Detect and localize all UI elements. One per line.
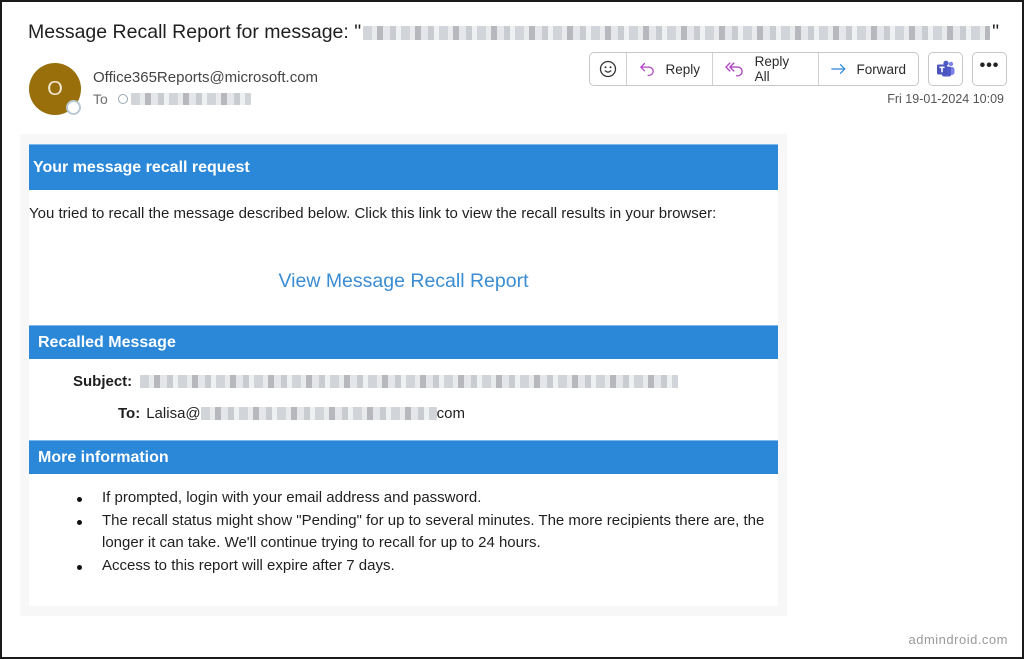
- message-actions-toolbar: Reply Reply All Forward: [589, 52, 919, 86]
- watermark: admindroid.com: [908, 632, 1008, 647]
- more-icon: •••: [979, 57, 1000, 74]
- view-recall-report-link[interactable]: View Message Recall Report: [29, 270, 778, 293]
- reply-all-button[interactable]: Reply All: [712, 53, 818, 85]
- smiley-icon: [599, 60, 617, 78]
- section-header-more-info: More information: [29, 440, 778, 474]
- recalled-subject-row: Subject:: [73, 373, 679, 390]
- redacted-recipient[interactable]: [130, 93, 251, 105]
- message-body: Your message recall request You tried to…: [20, 134, 787, 616]
- list-item: Access to this report will expire after …: [75, 555, 775, 578]
- to-label: To: [93, 91, 108, 107]
- reply-label: Reply: [665, 61, 700, 77]
- presence-status-icon: [66, 100, 81, 115]
- list-item: The recall status might show "Pending" f…: [75, 510, 775, 555]
- subject-prefix: Message Recall Report for message: ": [28, 21, 362, 43]
- more-info-list: If prompted, login with your email addre…: [75, 487, 775, 577]
- reply-button[interactable]: Reply: [626, 53, 712, 85]
- to-field-label: To:: [118, 405, 141, 422]
- react-button[interactable]: [590, 53, 626, 85]
- recalled-to-row: To: Lalisa@ com: [118, 405, 465, 422]
- redacted-subject: [363, 25, 991, 40]
- subject-suffix: ": [992, 21, 1000, 43]
- reply-icon: [640, 62, 654, 77]
- recall-intro-text: You tried to recall the message describe…: [29, 205, 717, 222]
- recipients-line: To: [93, 91, 251, 107]
- redacted-recipient-domain: [200, 407, 437, 420]
- recall-report-content: Your message recall request You tried to…: [29, 144, 778, 606]
- email-subject: Message Recall Report for message: " ": [28, 21, 999, 44]
- reply-all-icon: [725, 62, 743, 77]
- to-address-prefix: Lalisa@: [146, 405, 201, 422]
- forward-label: Forward: [856, 61, 906, 77]
- forward-arrow-icon: [831, 64, 846, 74]
- sender-address[interactable]: Office365Reports@microsoft.com: [93, 69, 318, 86]
- redacted-recalled-subject: [140, 375, 679, 388]
- email-reading-pane: Message Recall Report for message: " " O…: [0, 0, 1024, 659]
- list-item: If prompted, login with your email addre…: [75, 487, 775, 510]
- received-timestamp: Fri 19-01-2024 10:09: [887, 92, 1004, 106]
- to-address-suffix: com: [436, 405, 465, 422]
- section-header-recalled-message: Recalled Message: [29, 325, 778, 359]
- section-header-recall-request: Your message recall request: [29, 144, 778, 190]
- teams-icon: [936, 60, 954, 77]
- subject-label: Subject:: [73, 373, 133, 390]
- reply-all-label: Reply All: [754, 54, 790, 84]
- avatar-initial: O: [47, 77, 63, 100]
- forward-button[interactable]: Forward: [818, 53, 918, 85]
- share-to-teams-button[interactable]: [928, 52, 963, 86]
- more-actions-button[interactable]: •••: [972, 52, 1007, 86]
- recipient-presence-icon: [117, 94, 128, 104]
